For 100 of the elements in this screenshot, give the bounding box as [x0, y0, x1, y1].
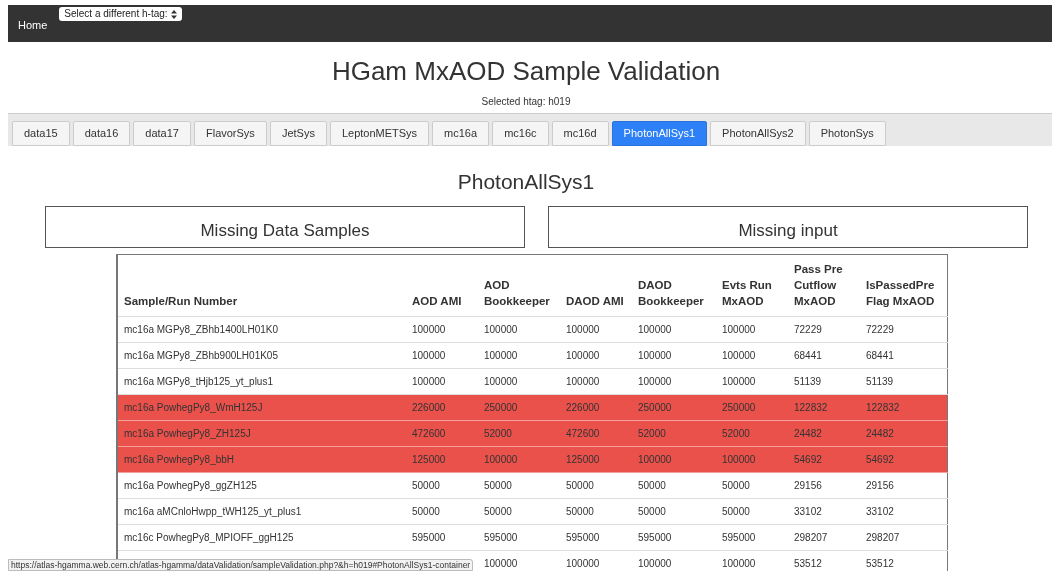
table-cell: 24482	[860, 420, 947, 447]
table-cell: 100000	[478, 342, 560, 369]
table-cell: 53512	[788, 550, 860, 571]
table-cell: 100000	[716, 342, 788, 369]
panel-header: Missing input	[548, 206, 1028, 248]
table-cell: 100000	[716, 368, 788, 395]
table-cell: 68441	[860, 342, 947, 369]
table-cell: mc16a MGPy8_ZBhb900LH01K05	[117, 342, 406, 369]
table-cell: 100000	[632, 316, 716, 343]
tab[interactable]: mc16d	[551, 121, 609, 146]
section-title: PhotonAllSys1	[456, 169, 596, 195]
table-cell: 100000	[632, 368, 716, 395]
table-cell: 51139	[788, 368, 860, 395]
table-cell: mc16a PowhegPy8_ZH125J	[117, 420, 406, 447]
table-cell: 50000	[406, 472, 478, 499]
table-cell: 50000	[560, 498, 632, 525]
table-cell: 50000	[478, 472, 560, 499]
status-url-bar: https://atlas-hgamma.web.cern.ch/atlas-hgamma/dataValidation/sampleValidation.php?&h=h019#PhotonAllSys1-container	[8, 559, 474, 571]
tab[interactable]: data15	[12, 121, 70, 146]
table-cell: 595000	[560, 524, 632, 551]
column-header: AOD Bookkeeper	[478, 254, 560, 317]
tab[interactable]: mc16a	[432, 121, 490, 146]
column-header: DAOD Bookkeeper	[632, 254, 716, 317]
table-cell: 54692	[860, 446, 947, 473]
table-cell: mc16a MGPy8_ZBhb1400LH01K0	[117, 316, 406, 343]
tab[interactable]: mc16c	[492, 121, 549, 146]
table-cell: 122832	[788, 394, 860, 421]
table-cell: 595000	[478, 524, 560, 551]
table-cell: 100000	[406, 368, 478, 395]
table-cell: 50000	[716, 498, 788, 525]
table-cell: 50000	[560, 472, 632, 499]
home-link[interactable]: Home	[18, 17, 48, 34]
table-cell: 52000	[478, 420, 560, 447]
page-title: HGam MxAOD Sample Validation	[330, 56, 722, 86]
table-cell: 122832	[860, 394, 947, 421]
table-cell: mc16a PowhegPy8_WmH125J	[117, 394, 406, 421]
table-cell: 125000	[406, 446, 478, 473]
table-cell: 100000	[716, 550, 788, 571]
table-cell: 100000	[560, 550, 632, 571]
tab[interactable]: FlavorSys	[193, 121, 267, 146]
table-cell: 100000	[716, 316, 788, 343]
table-cell: 595000	[406, 524, 478, 551]
tab[interactable]: PhotonAllSys1	[611, 121, 708, 146]
table-cell: 33102	[860, 498, 947, 525]
table-cell: 298207	[860, 524, 947, 551]
table-cell: 226000	[406, 394, 478, 421]
table-cell: 29156	[860, 472, 947, 499]
table-cell: 226000	[560, 394, 632, 421]
table-cell: 125000	[560, 446, 632, 473]
table-cell: mc16a MGPy8_tHjb125_yt_plus1	[117, 368, 406, 395]
table-cell: 100000	[478, 368, 560, 395]
table-cell: 29156	[788, 472, 860, 499]
table-cell: 33102	[788, 498, 860, 525]
table-cell: 100000	[560, 316, 632, 343]
table-cell: 100000	[478, 446, 560, 473]
column-header: Evts Run MxAOD	[716, 254, 788, 317]
table-cell: 100000	[632, 446, 716, 473]
panel-header: Missing Data Samples	[45, 206, 525, 248]
column-header: Sample/Run Number	[117, 254, 406, 317]
tab[interactable]: LeptonMETSys	[329, 121, 430, 146]
column-header: IsPassedPre Flag MxAOD	[860, 254, 947, 317]
tab[interactable]: JetSys	[269, 121, 327, 146]
table-cell: 53512	[860, 550, 947, 571]
table-cell: 100000	[560, 342, 632, 369]
tab[interactable]: data16	[72, 121, 131, 146]
table-cell: 100000	[478, 316, 560, 343]
table-cell: 100000	[716, 446, 788, 473]
htag-select[interactable]: Select a different h-tag:	[59, 7, 182, 21]
tab[interactable]: PhotonAllSys2	[710, 121, 806, 146]
table-cell: 472600	[560, 420, 632, 447]
table-cell: mc16c PowhegPy8_MPIOFF_ggH125	[117, 524, 406, 551]
table-cell: 54692	[788, 446, 860, 473]
table-cell: 100000	[560, 368, 632, 395]
table-cell: 298207	[788, 524, 860, 551]
column-header: Pass Pre Cutflow MxAOD	[788, 254, 860, 317]
table-cell: 72229	[788, 316, 860, 343]
table-cell: 50000	[406, 498, 478, 525]
table-cell: 68441	[788, 342, 860, 369]
table-cell: mc16a aMCnloHwpp_tWH125_yt_plus1	[117, 498, 406, 525]
table-cell: 595000	[632, 524, 716, 551]
table-cell: 50000	[716, 472, 788, 499]
table-cell: 24482	[788, 420, 860, 447]
table-cell: 250000	[478, 394, 560, 421]
selected-htag: Selected htag: h019	[480, 96, 572, 108]
table-cell: 52000	[632, 420, 716, 447]
table-cell: 100000	[478, 550, 560, 571]
column-header: DAOD AMI	[560, 254, 632, 317]
updown-caret-icon	[170, 9, 177, 19]
table-cell: 250000	[632, 394, 716, 421]
table-cell: 51139	[860, 368, 947, 395]
table-cell: 50000	[632, 472, 716, 499]
column-header: AOD AMI	[406, 254, 478, 317]
table-cell: 72229	[860, 316, 947, 343]
table-cell: 250000	[716, 394, 788, 421]
table-cell: 100000	[632, 550, 716, 571]
tab[interactable]: PhotonSys	[808, 121, 886, 146]
table-cell: 595000	[716, 524, 788, 551]
table-cell: 100000	[406, 316, 478, 343]
tab[interactable]: data17	[133, 121, 191, 146]
table-cell: 52000	[716, 420, 788, 447]
